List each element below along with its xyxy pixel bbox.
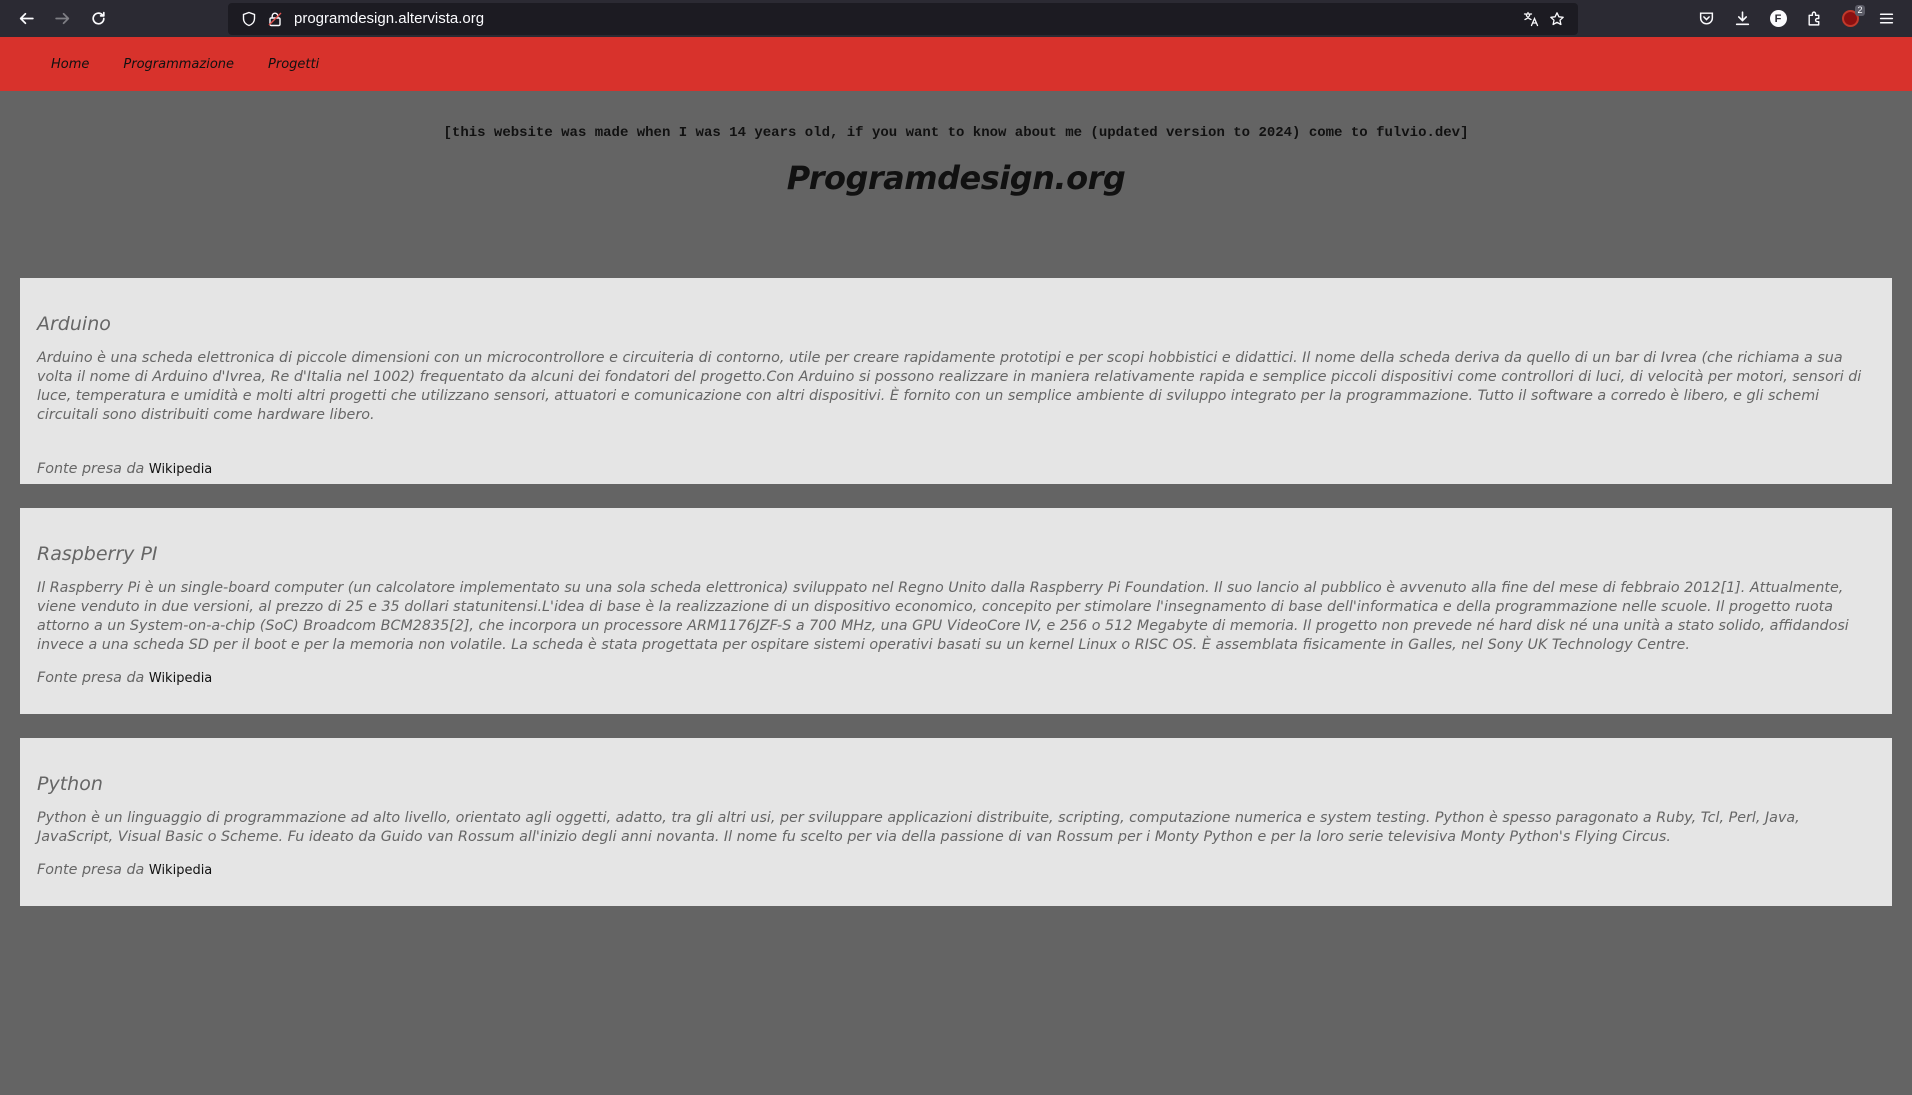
forward-icon	[54, 12, 69, 25]
card-title: Raspberry PI	[37, 543, 158, 565]
back-icon	[19, 12, 34, 25]
lock-icon[interactable]	[262, 7, 288, 31]
back-button[interactable]	[8, 4, 44, 34]
age-notice: [this website was made when I was 14 yea…	[443, 125, 1469, 141]
card-body: Python è un linguaggio di programmazione…	[37, 810, 1800, 845]
card-source: Fonte presa da Wikipedia	[37, 862, 1875, 878]
nav-link-progetti[interactable]: Progetti	[268, 57, 319, 72]
site-title: Programdesign.org	[786, 159, 1126, 197]
nav-link-programmazione[interactable]: Programmazione	[123, 57, 234, 72]
source-prefix: Fonte presa da	[37, 862, 145, 878]
pocket-button[interactable]	[1688, 4, 1724, 34]
profile-avatar: F	[1769, 10, 1787, 27]
source-prefix: Fonte presa da	[37, 461, 145, 477]
ublock-icon: 2	[1841, 5, 1865, 27]
ublock-badge: 2	[1855, 5, 1865, 16]
extensions-button[interactable]	[1796, 4, 1832, 34]
shield-icon[interactable]	[236, 7, 262, 31]
nav-link-home[interactable]: Home	[51, 57, 89, 72]
download-icon	[1735, 11, 1749, 26]
ublock-button[interactable]: 2	[1832, 4, 1868, 34]
url-text[interactable]: programdesign.altervista.org	[294, 10, 1518, 27]
reload-button[interactable]	[80, 4, 116, 34]
bookmark-star-icon[interactable]	[1544, 7, 1570, 31]
app-menu-button[interactable]	[1868, 4, 1904, 34]
card-source: Fonte presa da Wikipedia	[37, 670, 1875, 686]
translate-icon[interactable]	[1518, 7, 1544, 31]
wikipedia-link[interactable]: Wikipedia	[149, 671, 212, 686]
card-title: Arduino	[37, 313, 111, 335]
pocket-icon	[1699, 12, 1713, 25]
profile-button[interactable]: F	[1760, 4, 1796, 34]
extensions-icon	[1807, 11, 1819, 26]
menu-icon	[1879, 13, 1893, 24]
source-prefix: Fonte presa da	[37, 670, 145, 686]
card-title: Python	[37, 773, 103, 795]
browser-toolbar: programdesign.altervista.org F 2	[0, 0, 1912, 37]
toolbar-right: F 2	[1688, 4, 1904, 34]
reload-icon	[91, 11, 105, 25]
card-body: Il Raspberry Pi è un single-board comput…	[37, 580, 1849, 653]
wikipedia-link[interactable]: Wikipedia	[149, 462, 212, 477]
card-arduino: Arduino Arduino è una scheda elettronica…	[20, 278, 1892, 484]
card-body: Arduino è una scheda elettronica di picc…	[37, 350, 1862, 423]
downloads-button[interactable]	[1724, 4, 1760, 34]
site-nav: Home Programmazione Progetti	[0, 37, 1912, 91]
card-source: Fonte presa da Wikipedia	[37, 461, 1875, 477]
url-bar[interactable]: programdesign.altervista.org	[228, 2, 1578, 35]
card-raspberry-pi: Raspberry PI Il Raspberry Pi è un single…	[20, 508, 1892, 714]
forward-button[interactable]	[44, 4, 80, 34]
card-python: Python Python è un linguaggio di program…	[20, 738, 1892, 906]
wikipedia-link[interactable]: Wikipedia	[149, 863, 212, 878]
